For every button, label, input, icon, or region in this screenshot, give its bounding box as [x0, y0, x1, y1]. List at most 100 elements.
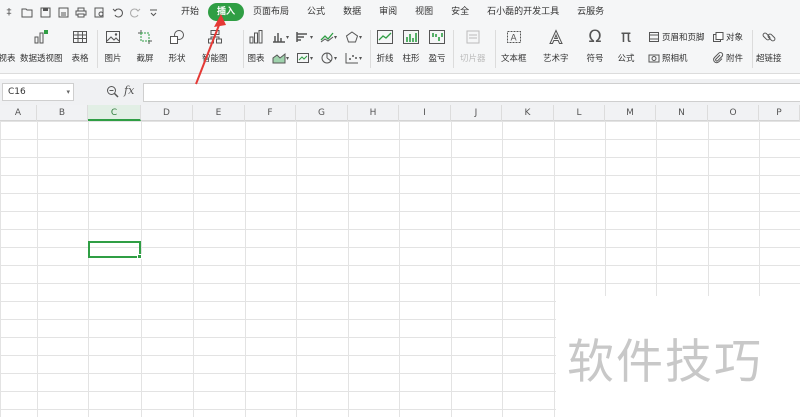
name-box[interactable]: C16 ▾ — [2, 83, 74, 101]
pivot-chart-icon — [32, 28, 50, 46]
column-header-d[interactable]: D — [141, 105, 193, 121]
symbol-button[interactable]: Ω 符号 — [586, 27, 604, 64]
shapes-button[interactable]: 形状 — [168, 28, 186, 64]
table-button[interactable]: 表格 — [71, 28, 89, 64]
sparkline-win-loss-icon — [428, 28, 446, 46]
tab-dev-tools[interactable]: 石小磊的开发工具 — [478, 3, 568, 21]
tab-insert[interactable]: 插入 — [208, 3, 245, 21]
tab-formulas[interactable]: 公式 — [298, 3, 334, 21]
word-art-button[interactable]: 艺术字 — [543, 28, 569, 64]
camera-icon — [648, 54, 660, 63]
column-header-o[interactable]: O — [708, 105, 759, 121]
header-footer-button[interactable]: 页眉和页脚 — [648, 31, 705, 43]
link-icon — [760, 28, 778, 46]
grid-line — [554, 121, 555, 417]
text-box-button[interactable]: A 文本框 — [501, 28, 527, 64]
text-box-icon: A — [505, 28, 523, 46]
column-header-m[interactable]: M — [605, 105, 656, 121]
export-icon[interactable] — [56, 5, 70, 19]
picture-button[interactable]: 图片 — [104, 28, 122, 64]
smart-art-icon — [206, 28, 224, 46]
column-chart-icon — [273, 33, 285, 43]
area-chart-dropdown[interactable]: ▾ — [272, 52, 289, 64]
column-header-i[interactable]: I — [399, 105, 451, 121]
save-icon[interactable] — [38, 5, 52, 19]
tab-security[interactable]: 安全 — [442, 3, 478, 21]
grid-line — [88, 121, 89, 417]
selected-cell-c16[interactable] — [88, 241, 142, 259]
column-header-k[interactable]: K — [502, 105, 554, 121]
combo-chart-dropdown[interactable]: ▾ — [296, 52, 313, 64]
tab-review[interactable]: 审阅 — [370, 3, 406, 21]
column-header-a[interactable]: A — [0, 105, 37, 121]
area-chart-icon — [272, 52, 286, 64]
grid-line — [193, 121, 194, 417]
pivot-table-button[interactable]: 视表 — [0, 28, 16, 64]
pie-chart-icon — [321, 52, 333, 64]
radar-chart-dropdown[interactable]: ▾ — [345, 31, 362, 43]
redo-icon[interactable] — [128, 5, 142, 19]
column-header-c[interactable]: C — [88, 105, 141, 121]
watermark-text: 软件技巧 — [567, 335, 763, 390]
object-icon — [713, 32, 724, 42]
column-header-p[interactable]: P — [759, 105, 800, 121]
menu-bar: ‡ 开始 插入 页面布局 公式 数据 审阅 视图 安全 石小磊的开发工具 云服务 — [0, 0, 800, 24]
column-header-f[interactable]: F — [245, 105, 296, 121]
ribbon-divider — [97, 30, 98, 68]
picture-icon — [104, 28, 122, 46]
print-preview-icon[interactable] — [92, 5, 106, 19]
object-button[interactable]: 对象 — [712, 31, 743, 43]
attachment-button[interactable]: 附件 — [712, 52, 743, 64]
grid-line — [296, 121, 297, 417]
chart-icon — [247, 28, 265, 46]
hyperlink-button[interactable]: 超链接 — [756, 28, 782, 64]
chevron-down-icon[interactable]: ▾ — [66, 84, 70, 100]
column-header-j[interactable]: J — [451, 105, 502, 121]
formula-input[interactable] — [143, 83, 800, 102]
pivot-table-icon — [0, 28, 16, 46]
column-header-l[interactable]: L — [554, 105, 605, 121]
sparkline-line-button[interactable]: 折线 — [376, 28, 394, 64]
pi-icon: π — [620, 27, 632, 47]
tab-page-layout[interactable]: 页面布局 — [244, 3, 298, 21]
print-icon[interactable] — [74, 5, 88, 19]
customize-toolbar-icon[interactable] — [146, 5, 160, 19]
ribbon-divider — [453, 30, 454, 68]
column-header-g[interactable]: G — [296, 105, 348, 121]
tab-data[interactable]: 数据 — [334, 3, 370, 21]
grid-line — [348, 121, 349, 417]
camera-button[interactable]: 照相机 — [648, 52, 688, 64]
open-icon[interactable] — [20, 5, 34, 19]
bar-chart-icon — [296, 32, 307, 42]
chart-button[interactable]: 图表 — [247, 28, 265, 64]
ribbon-divider — [243, 30, 244, 68]
menu-tabs: 开始 插入 页面布局 公式 数据 审阅 视图 安全 石小磊的开发工具 云服务 — [172, 3, 613, 21]
smart-art-button[interactable]: 智能图 — [202, 28, 228, 64]
tab-cloud-service[interactable]: 云服务 — [568, 3, 613, 21]
column-chart-dropdown[interactable]: ▾ — [272, 31, 289, 43]
slicer-button[interactable]: 切片器 — [460, 28, 486, 64]
line-chart-dropdown[interactable]: ▾ — [320, 31, 337, 43]
screenshot-button[interactable]: 截屏 — [136, 28, 154, 64]
file-menu-icon[interactable]: ‡ — [2, 5, 16, 19]
pie-chart-dropdown[interactable]: ▾ — [320, 52, 337, 64]
scatter-chart-dropdown[interactable]: ▾ — [345, 52, 362, 64]
equation-button[interactable]: π 公式 — [617, 27, 635, 64]
pivot-chart-button[interactable]: 数据透视图 — [20, 28, 63, 64]
fill-handle[interactable] — [137, 254, 142, 259]
sparkline-column-button[interactable]: 柱形 — [402, 28, 420, 64]
column-header-e[interactable]: E — [193, 105, 245, 121]
sparkline-win-loss-button[interactable]: 盈亏 — [428, 28, 446, 64]
quick-access-toolbar: ‡ — [0, 5, 162, 19]
zoom-icon[interactable] — [106, 85, 120, 99]
tab-home[interactable]: 开始 — [172, 3, 208, 21]
insert-function-fx[interactable]: fx — [124, 84, 134, 97]
column-header-h[interactable]: H — [348, 105, 399, 121]
tab-view[interactable]: 视图 — [406, 3, 442, 21]
shapes-icon — [168, 28, 186, 46]
ribbon-divider — [370, 30, 371, 68]
undo-icon[interactable] — [110, 5, 124, 19]
column-header-b[interactable]: B — [37, 105, 88, 121]
column-header-n[interactable]: N — [656, 105, 708, 121]
bar-chart-dropdown[interactable]: ▾ — [296, 31, 313, 43]
